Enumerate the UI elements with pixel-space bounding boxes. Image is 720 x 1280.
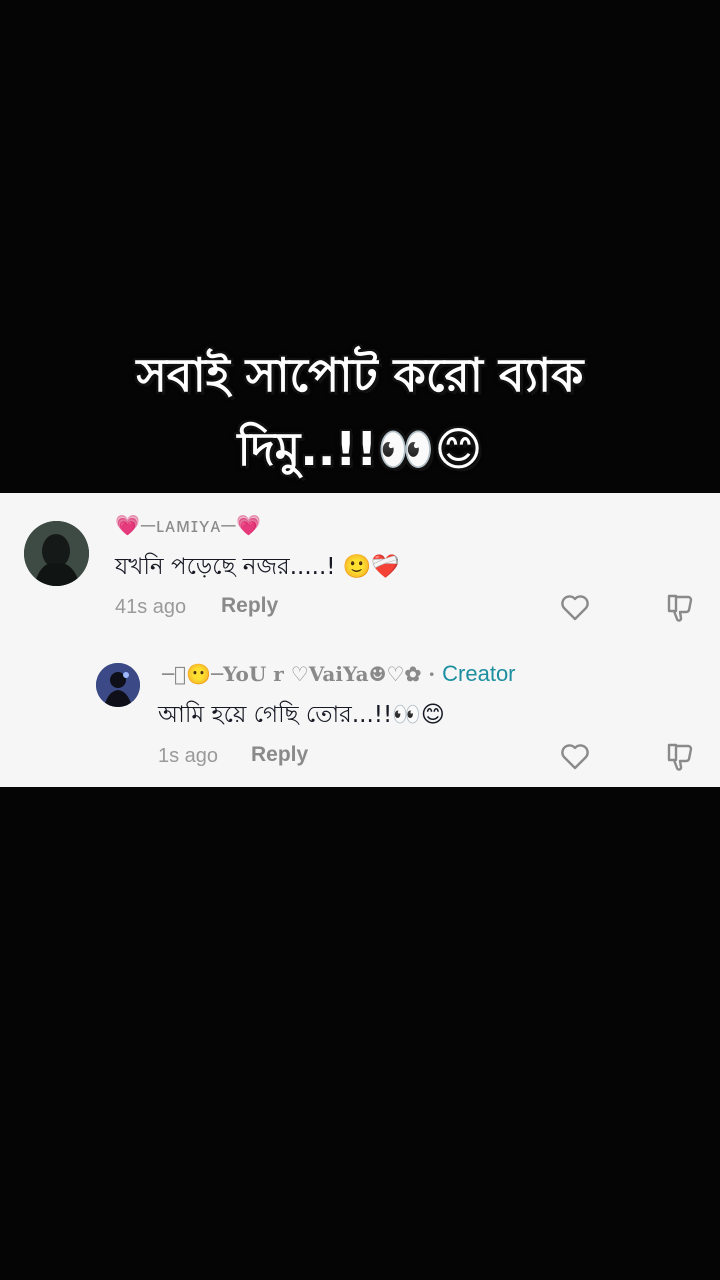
avatar-image [24, 521, 89, 586]
video-caption-line-1: সবাই সাপোট করো ব্যাক [136, 348, 584, 402]
video-caption-line-2: দিমু..!!👀😊 [237, 422, 483, 476]
separator: · [421, 662, 443, 686]
username-text[interactable]: ─⃝😶─YoU r ♡VaiYa☻♡✿ [162, 662, 421, 686]
comment-text: আমি হয়ে গেছি তোর...!!👀😊 [158, 702, 445, 728]
avatar[interactable] [24, 521, 89, 586]
heart-icon[interactable] [559, 591, 591, 623]
comment-timestamp: 1s ago [158, 745, 219, 767]
comment-text: যখনি পড়েছে নজর.....! 🙂❤️‍🩹 [115, 554, 401, 580]
comment-panel: 💗─ʟᴀᴍɪʏᴀ─💗 যখনি পড়েছে নজর.....! 🙂❤️‍🩹 4… [0, 493, 720, 787]
reply-button[interactable]: Reply [221, 594, 278, 618]
heart-icon[interactable] [559, 740, 591, 772]
comment-timestamp: 41s ago [115, 596, 187, 618]
comment-username[interactable]: 💗─ʟᴀᴍɪʏᴀ─💗 [115, 513, 262, 538]
reply-button[interactable]: Reply [251, 743, 308, 767]
dislike-icon[interactable] [664, 740, 696, 772]
creator-badge: Creator [442, 661, 516, 686]
avatar-image [96, 663, 140, 707]
comment-username[interactable]: ─⃝😶─YoU r ♡VaiYa☻♡✿ · Creator [162, 661, 516, 687]
avatar[interactable] [96, 663, 140, 707]
dislike-icon[interactable] [664, 591, 696, 623]
